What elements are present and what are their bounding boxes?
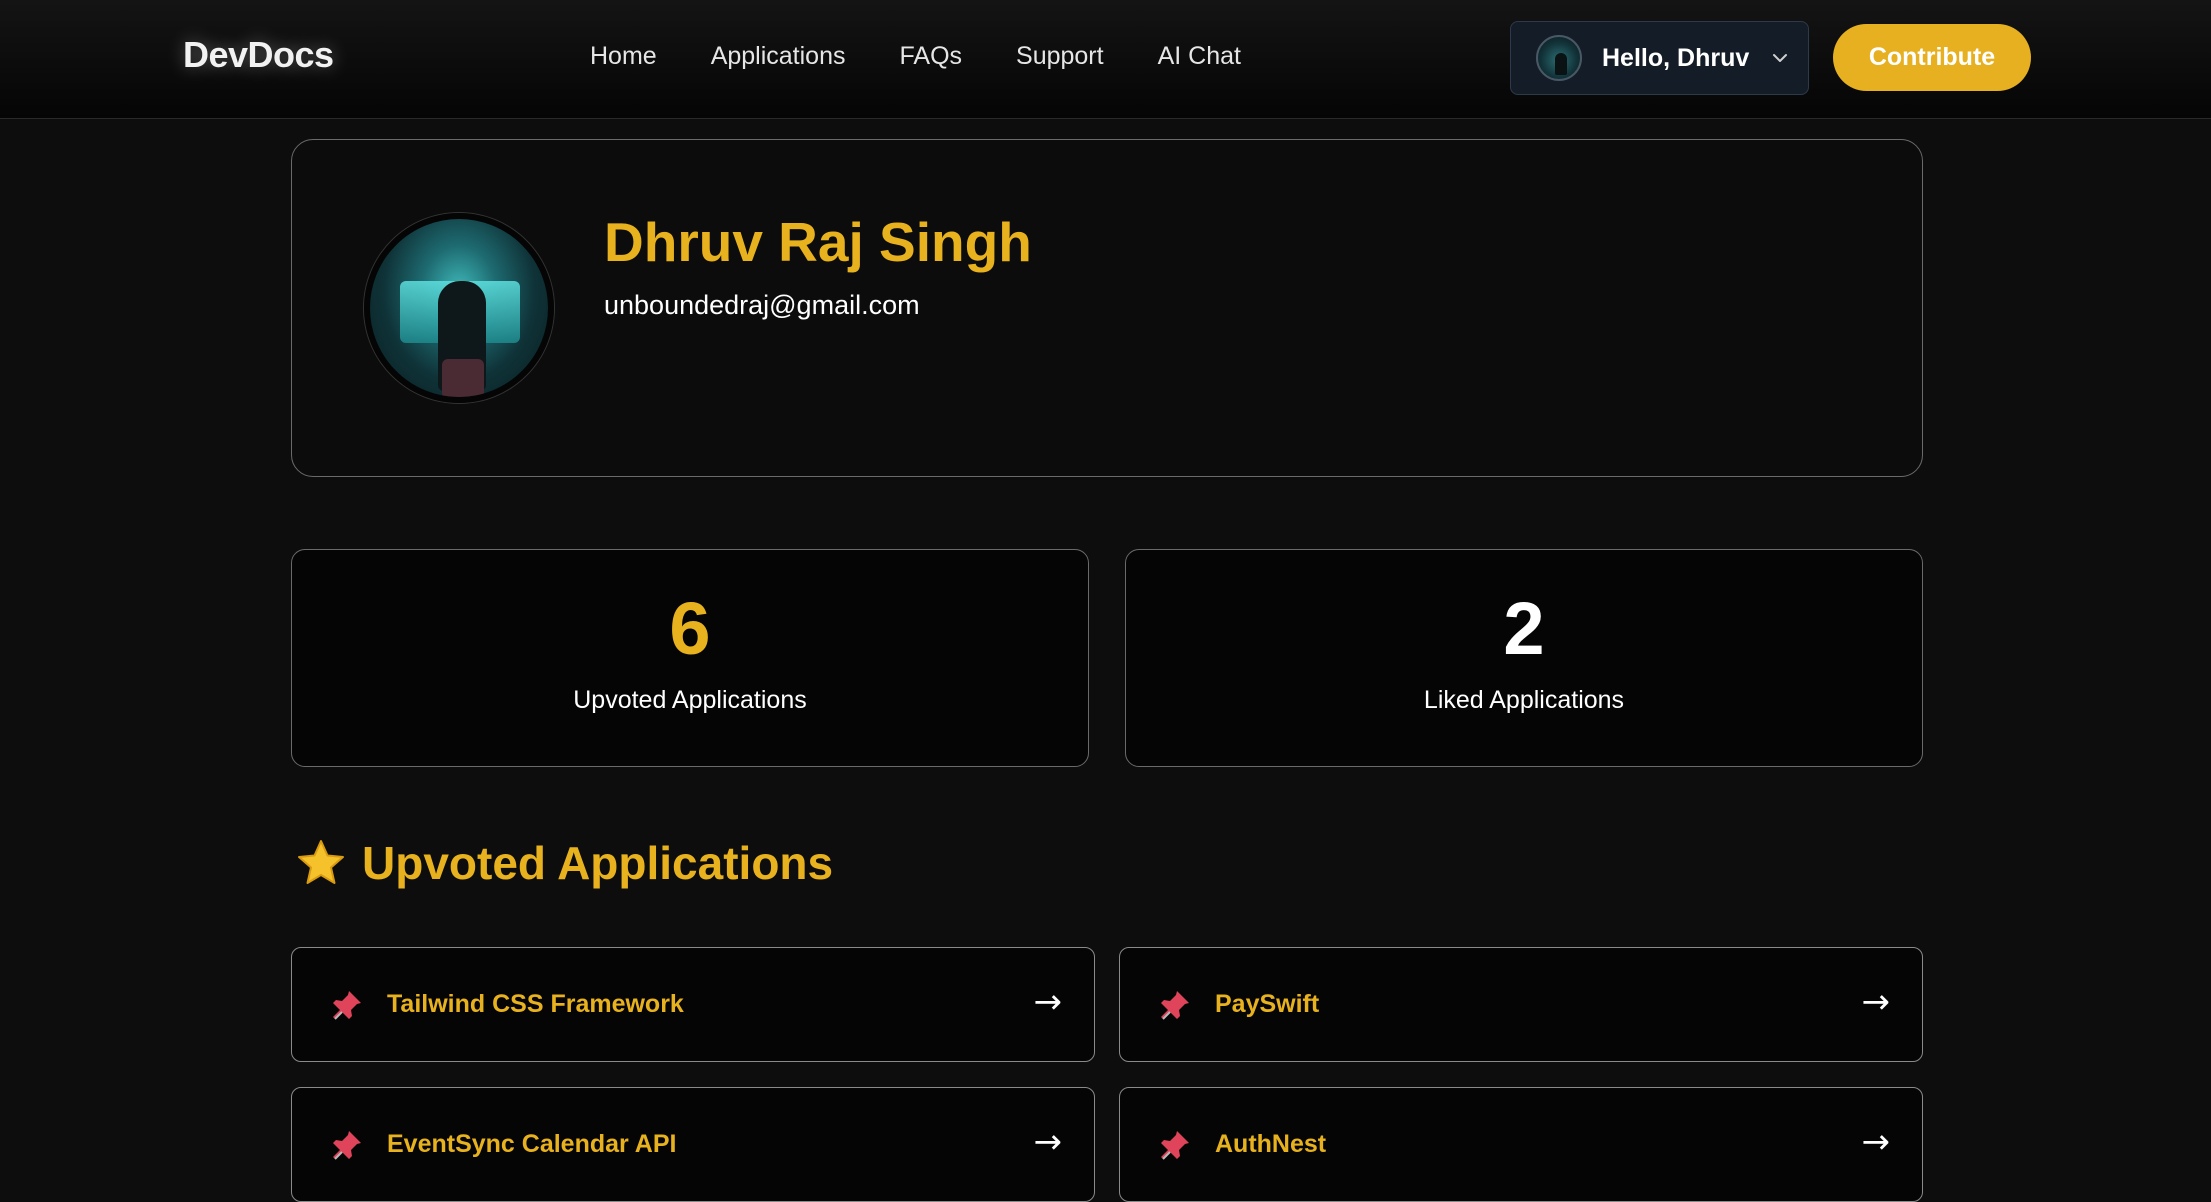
contribute-button[interactable]: Contribute [1833,24,2031,91]
arrow-right-icon: → [1861,1122,1891,1162]
nav-link-faqs[interactable]: FAQs [900,42,963,71]
app-name: PaySwift [1215,990,1320,1018]
liked-stat-card: 2 Liked Applications [1125,549,1923,767]
profile-name: Dhruv Raj Singh [604,211,1032,273]
upvoted-section-heading: Upvoted Applications [296,836,833,890]
section-title: Upvoted Applications [362,837,834,889]
user-avatar [1536,35,1582,81]
upvoted-stat-card: 6 Upvoted Applications [291,549,1089,767]
nav-link-applications[interactable]: Applications [711,42,846,71]
chevron-down-icon [1773,54,1788,62]
pin-icon [1161,991,1189,1020]
app-name: AuthNest [1215,1130,1327,1158]
upvoted-label: Upvoted Applications [573,686,807,714]
app-item-eventsync-calendar-api[interactable]: EventSync Calendar API → [291,1087,1095,1202]
profile-avatar [364,213,554,403]
arrow-right-icon: → [1861,982,1891,1022]
app-item-payswift[interactable]: PaySwift → [1119,947,1923,1062]
arrow-right-icon: → [1033,1122,1063,1162]
brand-logo[interactable]: DevDocs [183,34,334,76]
star-icon [298,840,344,884]
pin-icon [1161,1131,1189,1160]
liked-count: 2 [1503,587,1545,670]
liked-label: Liked Applications [1423,686,1625,714]
main-nav: Home Applications FAQs Support AI Chat [590,42,1295,71]
app-item-authnest[interactable]: AuthNest → [1119,1087,1923,1202]
app-item-tailwind-css-framework[interactable]: Tailwind CSS Framework → [291,947,1095,1062]
nav-link-support[interactable]: Support [1016,42,1104,71]
top-navbar: DevDocs Home Applications FAQs Support A… [0,0,2211,119]
nav-link-home[interactable]: Home [590,42,657,71]
user-greeting: Hello, Dhruv [1602,43,1750,72]
profile-card: Dhruv Raj Singh unboundedraj@gmail.com [291,139,1923,477]
pin-icon [333,991,361,1020]
nav-link-ai-chat[interactable]: AI Chat [1158,42,1241,71]
app-name: Tailwind CSS Framework [387,990,684,1018]
app-name: EventSync Calendar API [387,1130,677,1158]
arrow-right-icon: → [1033,982,1063,1022]
upvoted-count: 6 [669,587,711,670]
user-menu-button[interactable]: Hello, Dhruv [1510,21,1809,95]
pin-icon [333,1131,361,1160]
profile-email: unboundedraj@gmail.com [604,290,920,320]
